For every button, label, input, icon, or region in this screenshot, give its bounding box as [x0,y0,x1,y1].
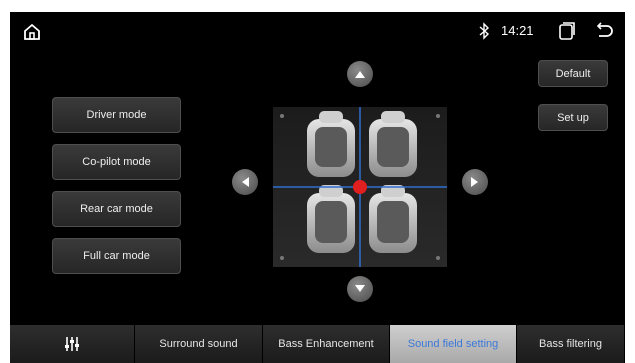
rear-car-mode-label: Rear car mode [80,203,153,215]
seat-front-left [307,111,355,177]
tab-sound-field-setting-label: Sound field setting [407,338,499,350]
tab-surround-sound-label: Surround sound [159,338,238,350]
tab-bar: Surround sound Bass Enhancement Sound fi… [10,325,625,363]
seat-rear-right [369,185,417,253]
default-button-label: Default [555,67,591,80]
chevron-left-icon [242,177,249,187]
bluetooth-icon [479,22,490,40]
seat-rear-left [307,185,355,253]
tab-bass-filtering-label: Bass filtering [539,338,602,350]
status-time: 14:21 [501,23,534,38]
setup-button-label: Set up [557,111,589,124]
chevron-down-icon [355,285,365,292]
tab-sound-field-setting[interactable]: Sound field setting [390,325,517,363]
arrow-right-button[interactable] [462,169,488,195]
arrow-up-button[interactable] [347,61,373,87]
equalizer-icon [65,337,79,351]
back-icon[interactable] [595,21,615,41]
sound-focus-dot [353,180,367,194]
arrow-left-button[interactable] [232,169,258,195]
chevron-up-icon [355,71,365,78]
tab-equalizer[interactable] [10,325,135,363]
default-button[interactable]: Default [538,60,608,87]
tab-bass-enhancement-label: Bass Enhancement [278,338,374,350]
tab-bass-enhancement[interactable]: Bass Enhancement [263,325,390,363]
setup-button[interactable]: Set up [538,104,608,131]
rear-car-mode-button[interactable]: Rear car mode [52,191,181,227]
seat-front-right [369,111,417,177]
app-screen: 14:21 Driver mode Co-pilot mode Rear car… [10,12,625,363]
sound-field-panel[interactable] [273,107,447,267]
arrow-down-button[interactable] [347,276,373,302]
seat-layout [273,107,447,267]
home-icon[interactable] [22,22,42,42]
full-car-mode-label: Full car mode [83,250,150,262]
tab-bass-filtering[interactable]: Bass filtering [517,325,625,363]
co-pilot-mode-button[interactable]: Co-pilot mode [52,144,181,180]
tab-surround-sound[interactable]: Surround sound [135,325,263,363]
driver-mode-button[interactable]: Driver mode [52,97,181,133]
co-pilot-mode-label: Co-pilot mode [82,156,151,168]
driver-mode-label: Driver mode [86,109,147,121]
full-car-mode-button[interactable]: Full car mode [52,238,181,274]
recent-apps-icon[interactable] [558,21,576,41]
chevron-right-icon [471,177,478,187]
